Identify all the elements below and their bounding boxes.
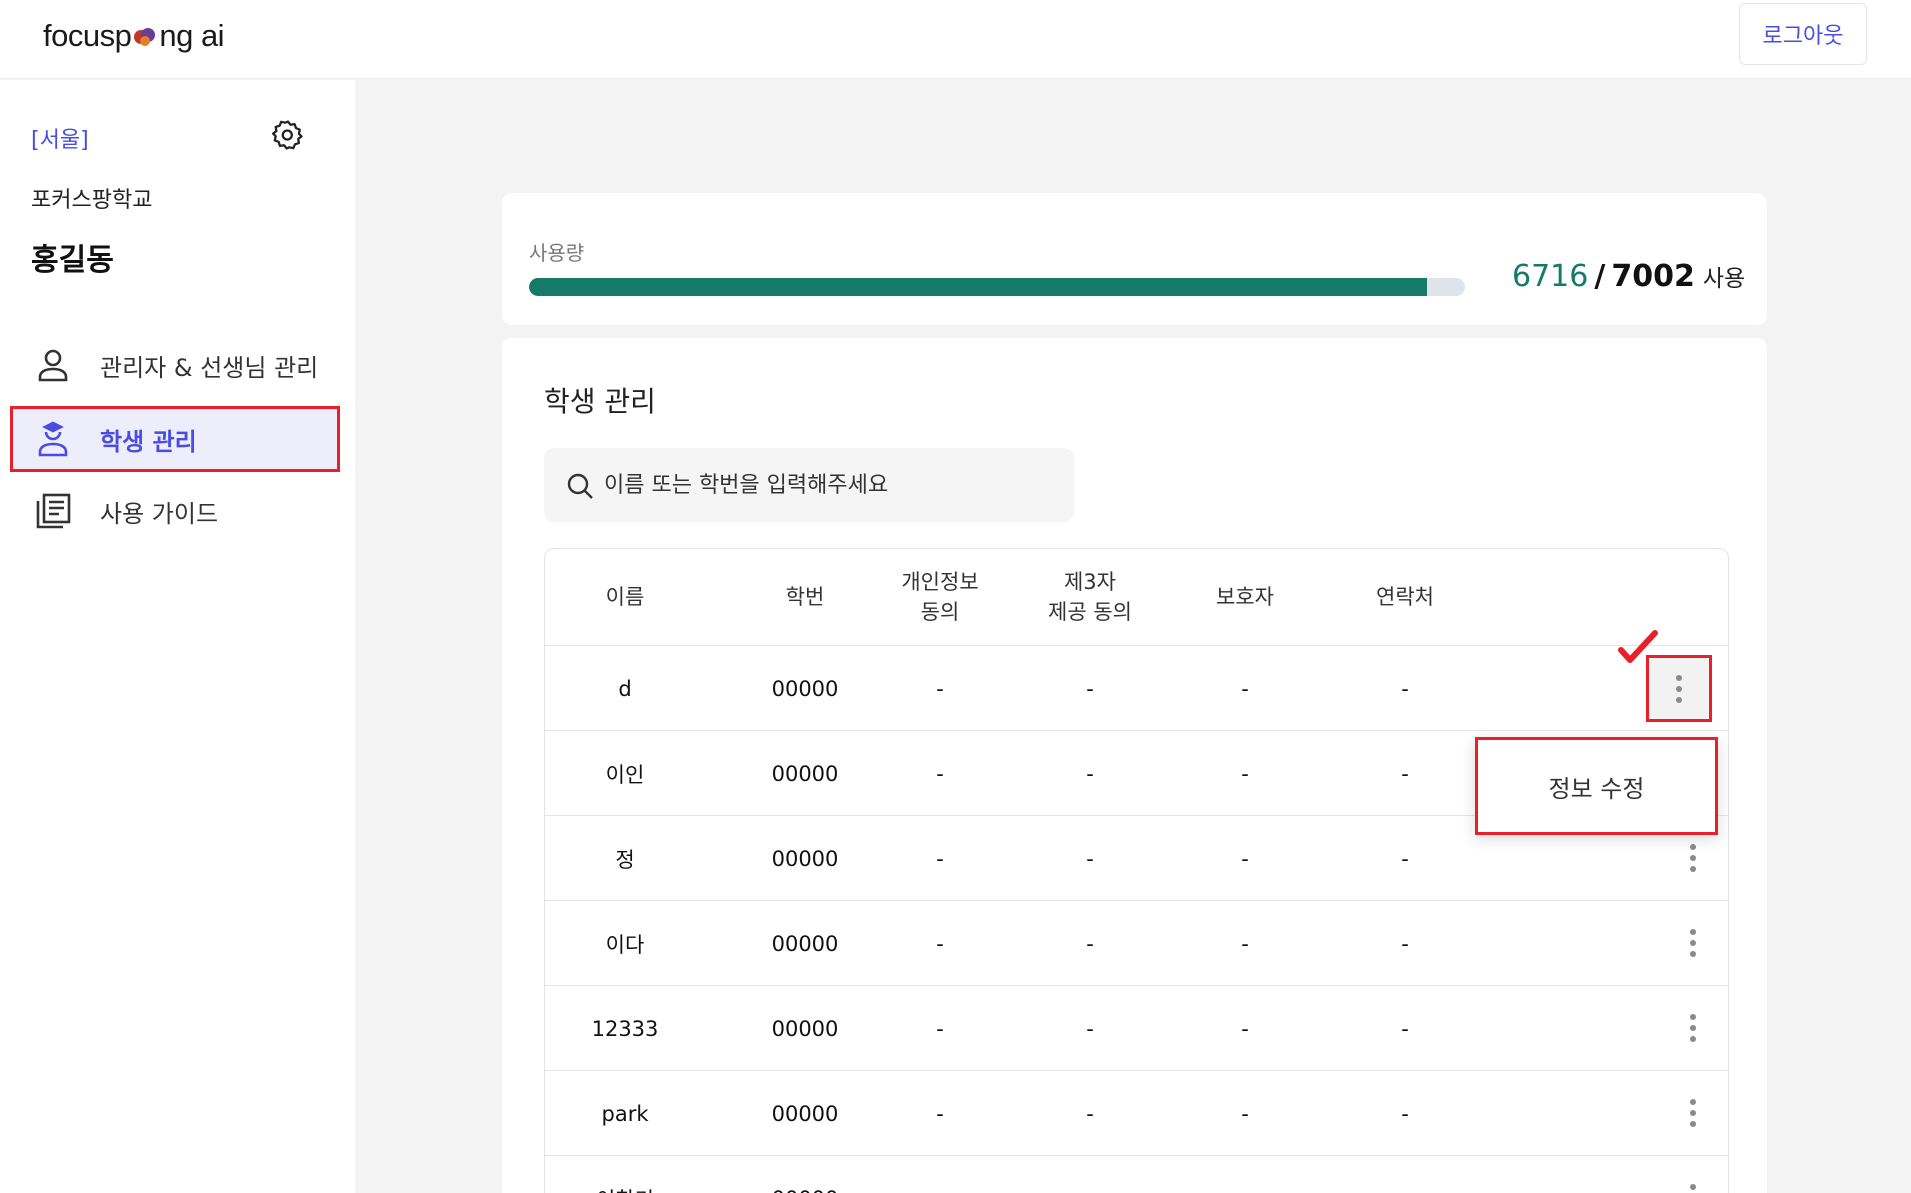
sidebar-item-label: 사용 가이드 [100,500,219,528]
usage-total: 7002 [1611,259,1695,294]
column-header-privacy-consent: 개인정보 동의 [901,570,979,624]
book-icon [36,493,71,529]
cell-name: park [601,1101,649,1126]
cell-guardian: - [1190,1156,1300,1193]
table-row[interactable]: 이다 00000 - - - - [545,901,1728,986]
cell-guardian: - [1241,1101,1249,1126]
column-header-contact: 연락처 [1376,584,1434,609]
person-icon [38,349,68,382]
app-logo[interactable]: focusp ng ai [43,18,225,54]
more-options-icon[interactable] [1673,1178,1713,1193]
cell-third-party-consent: - [1015,1156,1165,1193]
cell-name: 정 [615,847,635,872]
logout-button[interactable]: 로그아웃 [1739,3,1867,65]
usage-used: 6716 [1512,259,1589,294]
cell-contact: - [1401,1016,1409,1041]
row-action-menu: 정보 수정 [1475,737,1718,835]
sidebar-item-label: 관리자 & 선생님 관리 [100,354,319,382]
sidebar-item-label: 학생 관리 [100,428,197,456]
table-header: 이름 학번 개인정보 동의 제3자 제공 동의 보호자 연락처 [545,549,1728,646]
section-title: 학생 관리 [544,385,656,418]
table-row[interactable]: d 00000 - - - - [545,646,1728,731]
user-name: 홍길동 [31,243,114,278]
student-icon [38,421,68,457]
search-input[interactable] [604,464,1054,506]
cell-privacy-consent: - [936,676,944,701]
cell-contact: - [1401,931,1409,956]
cell-guardian: - [1241,676,1249,701]
region-label: [서울] [31,128,89,153]
cell-third-party-consent: - [1086,846,1094,871]
cell-name: 12333 [591,1016,659,1041]
cell-privacy-consent: - [936,931,944,956]
search-box [544,448,1074,522]
cell-guardian: - [1241,846,1249,871]
cell-guardian: - [1241,931,1249,956]
cell-student-id: 00000 [771,931,839,956]
cell-student-id: 00000 [771,761,839,786]
cell-name: 이창기 [595,1156,655,1193]
column-header-guardian: 보호자 [1216,584,1274,609]
cell-privacy-consent: - [936,761,944,786]
cell-privacy-consent: - [936,846,944,871]
cell-third-party-consent: - [1086,1101,1094,1126]
column-header-name: 이름 [605,584,645,609]
cell-student-id: 00000 [771,1016,839,1041]
cell-privacy-consent: - [885,1156,995,1193]
sidebar-item-usage-guide[interactable]: 사용 가이드 [10,478,340,542]
more-options-icon[interactable] [1673,923,1713,963]
cell-privacy-consent: - [936,1016,944,1041]
table-row[interactable]: 이창기00000---- [545,1156,1728,1193]
cell-contact: - [1401,676,1409,701]
cell-name: 이인 [605,762,645,787]
cell-guardian: - [1241,761,1249,786]
cell-student-id: 00000 [771,846,839,871]
logo-text-prefix: focusp [43,18,132,53]
cell-contact: - [1401,1101,1409,1126]
gear-icon[interactable] [271,118,305,152]
cell-third-party-consent: - [1086,676,1094,701]
cell-name: 이다 [605,932,645,957]
cell-third-party-consent: - [1086,761,1094,786]
cell-name: d [618,676,632,701]
more-options-icon[interactable] [1673,838,1713,878]
cell-guardian: - [1241,1016,1249,1041]
edit-info-menu-item[interactable]: 정보 수정 [1549,769,1645,804]
cell-third-party-consent: - [1086,1016,1094,1041]
cell-student-id: 00000 [755,1156,855,1193]
usage-progress-fill [529,278,1427,296]
sidebar-item-teacher-management[interactable]: 관리자 & 선생님 관리 [10,332,340,396]
usage-progress-bar [529,278,1465,296]
table-row[interactable]: 12333 00000 - - - - [545,986,1728,1071]
cell-student-id: 00000 [771,1101,839,1126]
student-table: 이름 학번 개인정보 동의 제3자 제공 동의 보호자 연락처 d 00000- -… [544,548,1729,1193]
column-header-third-party-consent: 제3자 제공 동의 [1048,570,1132,624]
logo-text-suffix: ng ai [159,18,225,53]
usage-count: 6716/7002 사용 [1512,259,1745,294]
cell-contact: - [1285,1156,1525,1193]
usage-unit: 사용 [1702,266,1746,292]
logo-mark-icon [134,28,156,46]
table-row[interactable]: park 00000 - - - - [545,1071,1728,1156]
cell-student-id: 00000 [771,676,839,701]
top-header: focusp ng ai 로그아웃 [0,0,1911,79]
usage-card: 사용량 6716/7002 사용 [502,193,1767,325]
column-header-student-id: 학번 [785,584,825,609]
usage-separator: / [1594,259,1606,294]
sidebar: [서울] 포커스팡학교 홍길동 관리자 & 선생님 관리 학생 관리 사용 가이… [0,80,355,1193]
school-name: 포커스팡학교 [31,188,153,213]
cell-third-party-consent: - [1086,931,1094,956]
more-options-icon[interactable] [1673,1008,1713,1048]
more-options-icon[interactable] [1673,1093,1713,1133]
cell-privacy-consent: - [936,1101,944,1126]
usage-label: 사용량 [529,241,585,265]
sidebar-item-student-management[interactable]: 학생 관리 [10,406,340,472]
row-menu-button-active[interactable] [1646,655,1712,722]
search-icon [567,473,593,499]
